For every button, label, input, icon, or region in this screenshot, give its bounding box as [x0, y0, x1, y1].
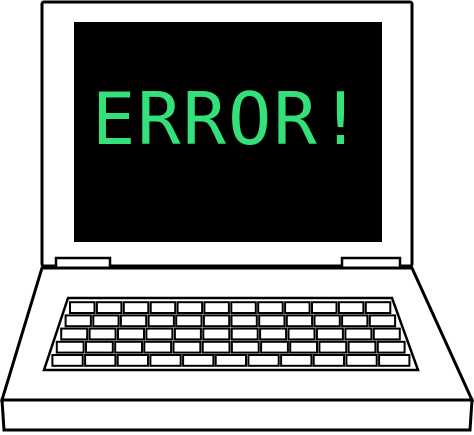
keyboard-key: [92, 314, 120, 328]
keyboard-key: [182, 354, 215, 367]
keyboard-key: [284, 301, 311, 315]
keyboard-key: [114, 340, 143, 354]
error-message: ERROR!: [92, 77, 364, 161]
keyboard-key: [149, 354, 182, 367]
keyboard-key: [230, 327, 259, 341]
keyboard-key: [51, 354, 84, 367]
keyboard-key: [364, 301, 392, 315]
keyboard-key: [257, 301, 284, 315]
keyboard-key: [175, 314, 203, 328]
keyboard-key: [378, 354, 411, 367]
keyboard-key: [201, 340, 231, 354]
keyboard-key: [95, 301, 123, 315]
keyboard-key: [280, 354, 313, 367]
keyboard-key: [84, 354, 117, 367]
keyboard-key: [372, 327, 401, 341]
keyboard-key: [258, 314, 286, 328]
keyboard-key: [230, 314, 258, 328]
keyboard-key: [287, 327, 316, 341]
keyboard-key: [143, 340, 173, 354]
keyboard-key: [214, 354, 247, 367]
keyboard-key: [376, 340, 406, 354]
keyboard-key: [368, 314, 397, 328]
keyboard-key: [122, 301, 150, 315]
laptop-base-front: [0, 398, 474, 432]
keyboard-key: [315, 327, 344, 341]
keyboard-keys: [51, 301, 411, 367]
keyboard-key: [55, 340, 85, 354]
keyboard-key: [345, 354, 378, 367]
keyboard-key: [147, 314, 175, 328]
keyboard-key: [173, 327, 202, 341]
keyboard-key: [247, 354, 280, 367]
keyboard-key: [64, 314, 92, 328]
keyboard-key: [318, 340, 348, 354]
keyboard-key: [311, 301, 338, 315]
keyboard-key: [341, 314, 369, 328]
keyboard-key: [259, 327, 288, 341]
keyboard-key: [337, 301, 365, 315]
keyboard-key: [202, 314, 231, 328]
keyboard-key: [172, 340, 202, 354]
keyboard-key: [347, 340, 377, 354]
keyboard-key: [69, 301, 96, 315]
keyboard-key: [260, 340, 289, 354]
keyboard-key: [230, 340, 260, 354]
keyboard-key: [344, 327, 373, 341]
keyboard-key: [60, 327, 89, 341]
keyboard-key: [285, 314, 314, 328]
keyboard-key: [85, 340, 114, 354]
keyboard-key: [289, 340, 319, 354]
keyboard-key: [230, 301, 257, 315]
keyboard-key: [149, 301, 177, 315]
keyboard-key: [313, 314, 341, 328]
keyboard-key: [202, 327, 231, 341]
keyboard-key: [116, 354, 149, 367]
keyboard-key: [176, 301, 204, 315]
keyboard-key: [88, 327, 117, 341]
keyboard-key: [145, 327, 174, 341]
laptop-illustration: ERROR!: [0, 0, 474, 432]
keyboard-key: [312, 354, 346, 367]
keyboard-key: [117, 327, 145, 341]
keyboard-key: [119, 314, 148, 328]
keyboard-key: [203, 301, 230, 315]
